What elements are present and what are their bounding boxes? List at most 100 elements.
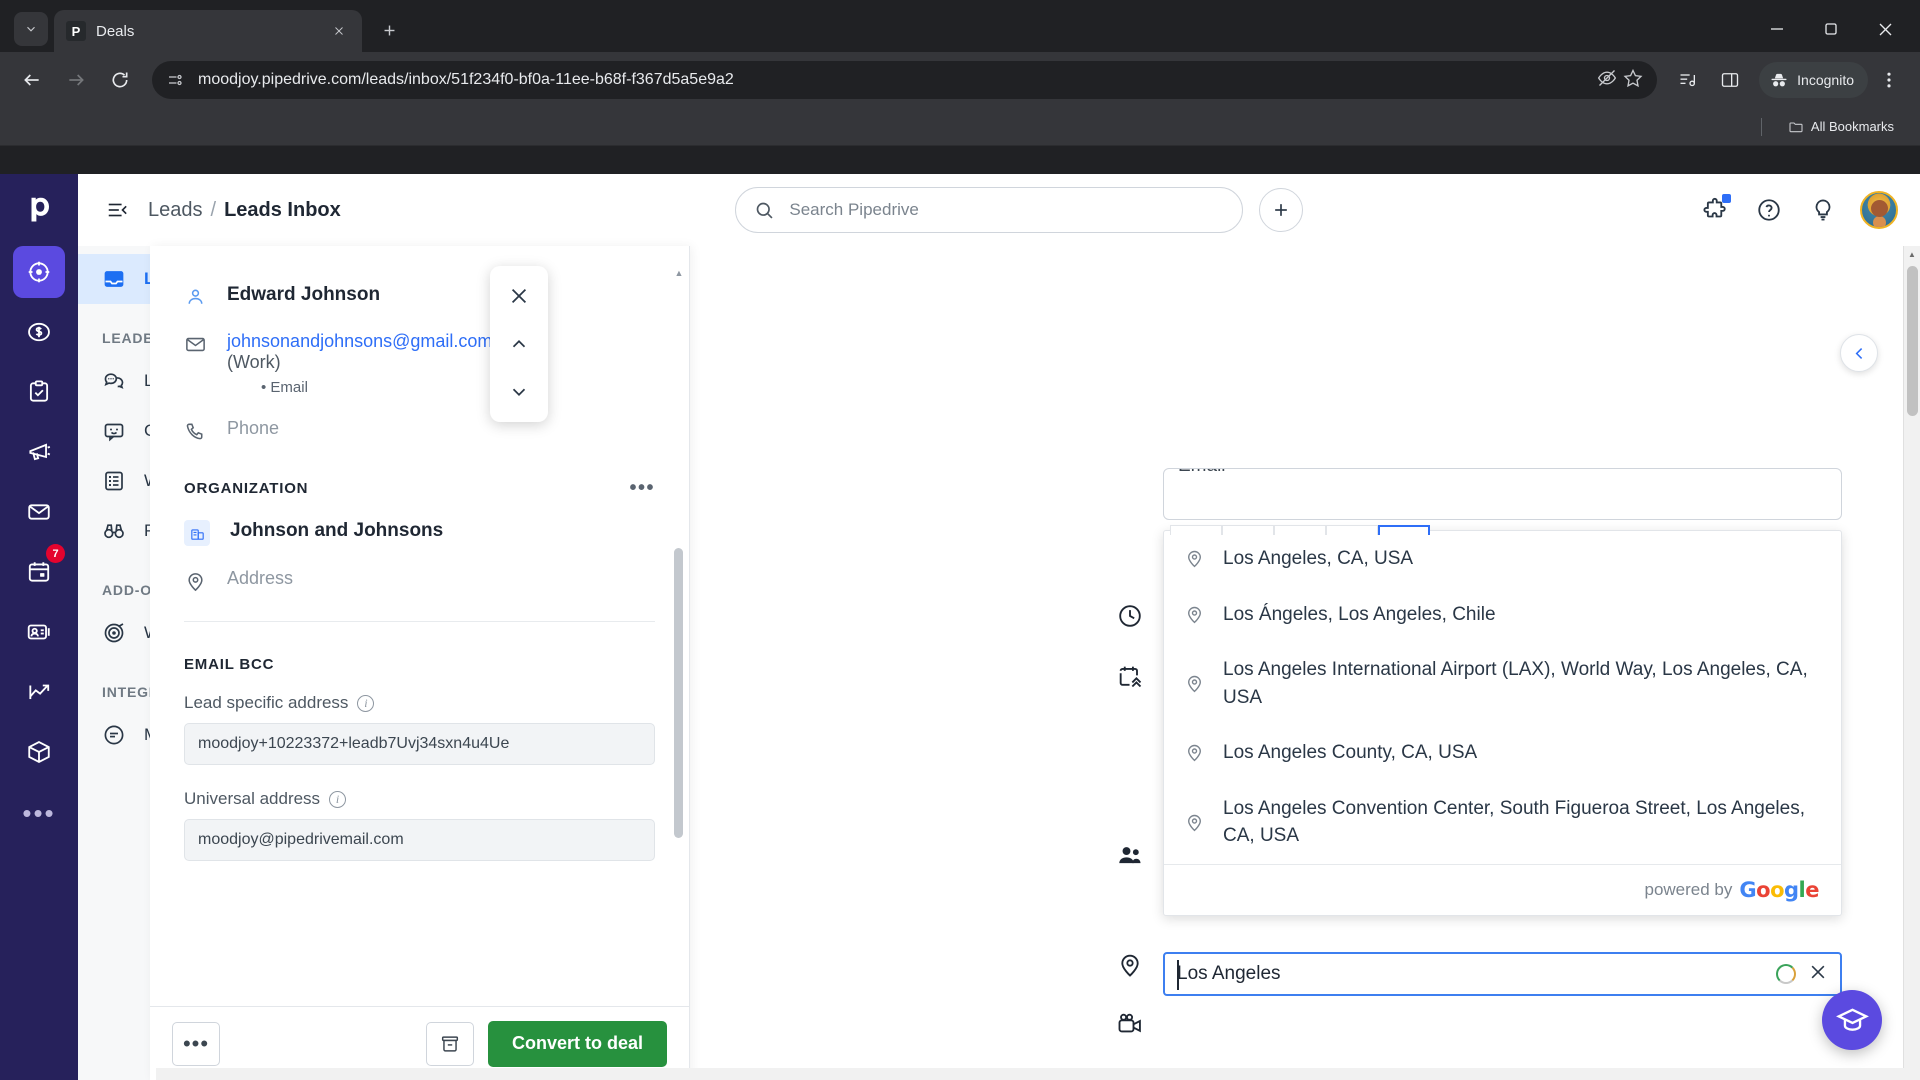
reload-button[interactable] bbox=[101, 61, 139, 99]
url-text: moodjoy.pipedrive.com/leads/inbox/51f234… bbox=[198, 71, 734, 88]
lead-email-address[interactable]: johnsonandjohnsons@gmail.com bbox=[227, 331, 492, 352]
forward-button[interactable] bbox=[57, 61, 95, 99]
lead-email-link[interactable]: johnsonandjohnsons@gmail.com bbox=[227, 331, 492, 351]
browser-toolbar: moodjoy.pipedrive.com/leads/inbox/51f234… bbox=[0, 52, 1920, 108]
all-bookmarks-label: All Bookmarks bbox=[1810, 119, 1894, 134]
back-button[interactable] bbox=[13, 61, 51, 99]
page-scrollbar-thumb[interactable] bbox=[1907, 266, 1918, 416]
media-control-button[interactable] bbox=[1669, 61, 1707, 99]
previous-lead-button[interactable] bbox=[493, 320, 545, 368]
horizontal-scrollbar[interactable] bbox=[156, 1068, 1920, 1080]
rail-item-contacts[interactable] bbox=[13, 606, 65, 658]
email-field[interactable]: Email bbox=[1163, 468, 1842, 520]
maximize-button[interactable] bbox=[1804, 6, 1858, 52]
global-nav-rail: 7 ••• bbox=[0, 174, 78, 1080]
incognito-label: Incognito bbox=[1797, 72, 1854, 88]
pipedrive-logo[interactable] bbox=[14, 184, 64, 234]
tab-close-button[interactable] bbox=[328, 20, 350, 42]
rail-more-button[interactable]: ••• bbox=[22, 800, 55, 826]
contact-card-icon bbox=[27, 624, 50, 640]
lightbulb-icon bbox=[1815, 199, 1831, 221]
rail-item-products[interactable] bbox=[13, 726, 65, 778]
tips-button[interactable] bbox=[1806, 193, 1840, 227]
autocomplete-suggestion[interactable]: Los Angeles County, CA, USA bbox=[1164, 725, 1841, 781]
hide-password-icon[interactable] bbox=[1597, 68, 1617, 93]
marketplace-badge-dot bbox=[1722, 194, 1731, 203]
autocomplete-suggestion[interactable]: Los Angeles International Airport (LAX),… bbox=[1164, 642, 1841, 725]
info-icon[interactable]: i bbox=[357, 694, 375, 712]
clear-location-button[interactable] bbox=[1808, 962, 1828, 987]
incognito-icon bbox=[1771, 73, 1787, 87]
scroll-up-arrow[interactable]: ▲ bbox=[1904, 246, 1920, 263]
breadcrumb-parent[interactable]: Leads bbox=[148, 199, 203, 222]
chevron-left-icon bbox=[1855, 347, 1862, 359]
autocomplete-suggestion[interactable]: Los Ángeles, Los Angeles, Chile bbox=[1164, 587, 1841, 643]
graduation-cap-icon bbox=[1835, 1007, 1869, 1031]
rail-item-deals[interactable] bbox=[13, 306, 65, 358]
close-window-button[interactable] bbox=[1858, 6, 1912, 52]
form-tab[interactable] bbox=[1326, 525, 1378, 535]
calendar-up-icon bbox=[1116, 662, 1146, 692]
learn-button[interactable] bbox=[1822, 990, 1882, 1050]
close-detail-button[interactable] bbox=[493, 272, 545, 320]
detail-panel-scrollbar[interactable]: ▲ bbox=[674, 268, 684, 994]
bookmark-star-icon[interactable] bbox=[1623, 68, 1643, 93]
spinner-icon bbox=[1776, 964, 1796, 984]
window-close-icon bbox=[1879, 23, 1891, 35]
lead-specific-address-input[interactable]: moodjoy+10223372+leadb7Uvj34sxn4u4Ue bbox=[184, 723, 655, 765]
breadcrumb: Leads / Leads Inbox bbox=[148, 199, 341, 222]
collapse-menu-button[interactable] bbox=[100, 193, 134, 227]
next-lead-button[interactable] bbox=[493, 368, 545, 416]
scrollbar-thumb[interactable] bbox=[674, 548, 683, 838]
convert-to-deal-button[interactable]: Convert to deal bbox=[487, 1020, 667, 1067]
minimize-button[interactable] bbox=[1750, 6, 1804, 52]
breadcrumb-current: Leads Inbox bbox=[224, 198, 341, 221]
map-pin-icon bbox=[1188, 675, 1201, 693]
organization-section-title: ORGANIZATION bbox=[184, 480, 309, 497]
rail-item-leads[interactable] bbox=[13, 246, 65, 298]
archive-button[interactable] bbox=[425, 1021, 474, 1066]
organization-more-button[interactable]: ••• bbox=[629, 477, 655, 500]
side-panel-button[interactable] bbox=[1711, 61, 1749, 99]
incognito-indicator[interactable]: Incognito bbox=[1759, 62, 1868, 98]
autocomplete-suggestion[interactable]: Los Angeles, CA, USA bbox=[1164, 531, 1841, 587]
search-input[interactable]: Search Pipedrive bbox=[735, 187, 1244, 233]
add-button[interactable] bbox=[1259, 188, 1304, 232]
lead-phone-row[interactable]: Phone bbox=[184, 418, 655, 443]
app-body: Leads Inbox LEADBOOSTER Live Chat Chatbo… bbox=[78, 246, 1920, 1080]
form-tab-selected[interactable] bbox=[1378, 525, 1430, 535]
page-scrollbar[interactable]: ▲ ▼ bbox=[1903, 246, 1920, 1080]
browser-menu-button[interactable] bbox=[1870, 61, 1908, 99]
browser-tab[interactable]: P Deals bbox=[54, 10, 362, 52]
rail-item-campaigns[interactable] bbox=[13, 426, 65, 478]
browser-window: P Deals moodjoy.pipedrive.com/leads/inbo… bbox=[0, 0, 1920, 1080]
marketplace-button[interactable] bbox=[1698, 193, 1732, 227]
chart-trend-icon bbox=[29, 684, 50, 700]
location-input[interactable]: Los Angeles bbox=[1163, 952, 1842, 996]
page-info-icon[interactable] bbox=[166, 71, 184, 89]
autocomplete-suggestion[interactable]: Los Angeles Convention Center, South Fig… bbox=[1164, 781, 1841, 864]
all-bookmarks-button[interactable]: All Bookmarks bbox=[1780, 115, 1902, 139]
rail-item-activities[interactable] bbox=[13, 366, 65, 418]
help-button[interactable] bbox=[1752, 193, 1786, 227]
collapse-panel-button[interactable] bbox=[1840, 334, 1878, 372]
form-tab[interactable] bbox=[1170, 525, 1222, 535]
organization-address-row[interactable]: Address bbox=[184, 568, 655, 593]
rail-item-calendar[interactable]: 7 bbox=[13, 544, 65, 598]
target-icon bbox=[28, 261, 50, 283]
folder-icon bbox=[1789, 121, 1803, 132]
form-tab[interactable] bbox=[1274, 525, 1326, 535]
tab-search-button[interactable] bbox=[14, 12, 48, 46]
address-bar[interactable]: moodjoy.pipedrive.com/leads/inbox/51f234… bbox=[152, 61, 1658, 99]
form-tab[interactable] bbox=[1222, 525, 1274, 535]
new-tab-button[interactable] bbox=[372, 13, 406, 47]
scroll-up-arrow[interactable]: ▲ bbox=[674, 268, 684, 278]
info-icon[interactable]: i bbox=[329, 790, 347, 808]
universal-address-input[interactable]: moodjoy@pipedrivemail.com bbox=[184, 819, 655, 861]
avatar[interactable] bbox=[1860, 191, 1898, 229]
rail-item-mail[interactable] bbox=[13, 486, 65, 538]
lead-person-row: Edward Johnson bbox=[184, 284, 655, 309]
rail-item-insights[interactable] bbox=[13, 666, 65, 718]
organization-name-row[interactable]: Johnson and Johnsons bbox=[184, 520, 655, 546]
lead-more-button[interactable]: ••• bbox=[172, 1021, 220, 1066]
